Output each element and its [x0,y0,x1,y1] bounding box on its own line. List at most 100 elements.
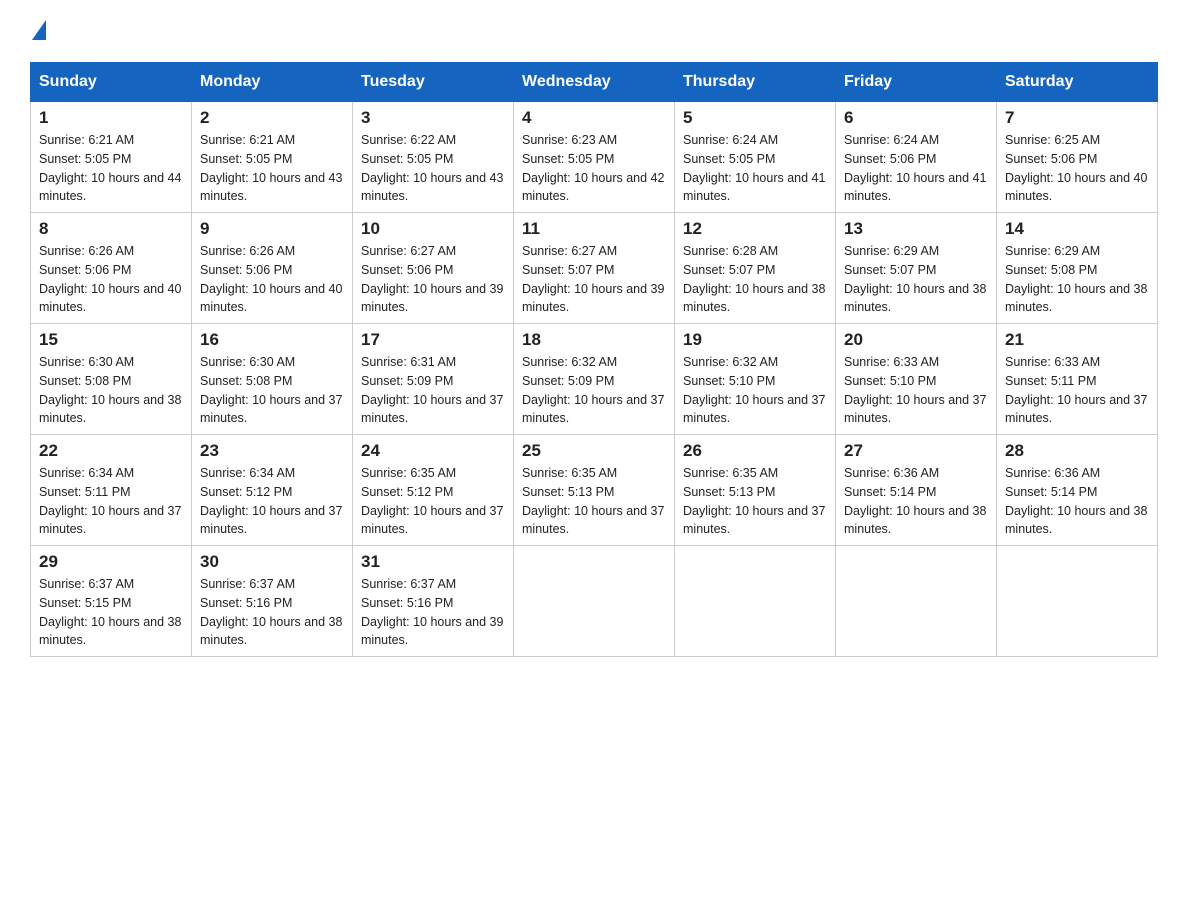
day-info: Sunrise: 6:32 AMSunset: 5:10 PMDaylight:… [683,355,825,425]
day-number: 14 [1005,219,1149,239]
calendar-cell [836,546,997,657]
day-info: Sunrise: 6:37 AMSunset: 5:15 PMDaylight:… [39,577,181,647]
day-info: Sunrise: 6:26 AMSunset: 5:06 PMDaylight:… [200,244,342,314]
header-thursday: Thursday [675,63,836,102]
calendar-cell: 11 Sunrise: 6:27 AMSunset: 5:07 PMDaylig… [514,213,675,324]
day-info: Sunrise: 6:27 AMSunset: 5:07 PMDaylight:… [522,244,664,314]
day-number: 28 [1005,441,1149,461]
day-info: Sunrise: 6:24 AMSunset: 5:06 PMDaylight:… [844,133,986,203]
day-number: 7 [1005,108,1149,128]
calendar-week-4: 22 Sunrise: 6:34 AMSunset: 5:11 PMDaylig… [31,435,1158,546]
day-info: Sunrise: 6:29 AMSunset: 5:07 PMDaylight:… [844,244,986,314]
calendar-cell: 21 Sunrise: 6:33 AMSunset: 5:11 PMDaylig… [997,324,1158,435]
calendar-body: 1 Sunrise: 6:21 AMSunset: 5:05 PMDayligh… [31,102,1158,657]
header-sunday: Sunday [31,63,192,102]
calendar-cell: 20 Sunrise: 6:33 AMSunset: 5:10 PMDaylig… [836,324,997,435]
day-info: Sunrise: 6:22 AMSunset: 5:05 PMDaylight:… [361,133,503,203]
header-tuesday: Tuesday [353,63,514,102]
day-info: Sunrise: 6:26 AMSunset: 5:06 PMDaylight:… [39,244,181,314]
calendar-cell: 13 Sunrise: 6:29 AMSunset: 5:07 PMDaylig… [836,213,997,324]
calendar-cell: 31 Sunrise: 6:37 AMSunset: 5:16 PMDaylig… [353,546,514,657]
day-number: 12 [683,219,827,239]
page-header [30,20,1158,42]
day-number: 29 [39,552,183,572]
calendar-cell: 2 Sunrise: 6:21 AMSunset: 5:05 PMDayligh… [192,102,353,213]
calendar-week-2: 8 Sunrise: 6:26 AMSunset: 5:06 PMDayligh… [31,213,1158,324]
day-number: 4 [522,108,666,128]
day-number: 21 [1005,330,1149,350]
day-number: 11 [522,219,666,239]
day-info: Sunrise: 6:28 AMSunset: 5:07 PMDaylight:… [683,244,825,314]
day-number: 3 [361,108,505,128]
calendar-cell: 17 Sunrise: 6:31 AMSunset: 5:09 PMDaylig… [353,324,514,435]
day-info: Sunrise: 6:25 AMSunset: 5:06 PMDaylight:… [1005,133,1147,203]
day-number: 24 [361,441,505,461]
day-info: Sunrise: 6:37 AMSunset: 5:16 PMDaylight:… [200,577,342,647]
header-friday: Friday [836,63,997,102]
day-info: Sunrise: 6:31 AMSunset: 5:09 PMDaylight:… [361,355,503,425]
header-saturday: Saturday [997,63,1158,102]
day-number: 1 [39,108,183,128]
day-number: 15 [39,330,183,350]
calendar-cell: 1 Sunrise: 6:21 AMSunset: 5:05 PMDayligh… [31,102,192,213]
day-number: 20 [844,330,988,350]
calendar-cell: 4 Sunrise: 6:23 AMSunset: 5:05 PMDayligh… [514,102,675,213]
calendar-cell: 24 Sunrise: 6:35 AMSunset: 5:12 PMDaylig… [353,435,514,546]
day-info: Sunrise: 6:33 AMSunset: 5:10 PMDaylight:… [844,355,986,425]
day-info: Sunrise: 6:29 AMSunset: 5:08 PMDaylight:… [1005,244,1147,314]
day-info: Sunrise: 6:23 AMSunset: 5:05 PMDaylight:… [522,133,664,203]
calendar-cell: 5 Sunrise: 6:24 AMSunset: 5:05 PMDayligh… [675,102,836,213]
calendar-cell: 29 Sunrise: 6:37 AMSunset: 5:15 PMDaylig… [31,546,192,657]
day-info: Sunrise: 6:21 AMSunset: 5:05 PMDaylight:… [200,133,342,203]
day-info: Sunrise: 6:21 AMSunset: 5:05 PMDaylight:… [39,133,181,203]
calendar-cell: 9 Sunrise: 6:26 AMSunset: 5:06 PMDayligh… [192,213,353,324]
day-number: 2 [200,108,344,128]
calendar-cell: 3 Sunrise: 6:22 AMSunset: 5:05 PMDayligh… [353,102,514,213]
calendar-table: SundayMondayTuesdayWednesdayThursdayFrid… [30,62,1158,657]
day-number: 31 [361,552,505,572]
logo-triangle-icon [32,20,46,40]
day-info: Sunrise: 6:35 AMSunset: 5:13 PMDaylight:… [522,466,664,536]
day-number: 6 [844,108,988,128]
day-number: 13 [844,219,988,239]
calendar-week-5: 29 Sunrise: 6:37 AMSunset: 5:15 PMDaylig… [31,546,1158,657]
calendar-cell: 10 Sunrise: 6:27 AMSunset: 5:06 PMDaylig… [353,213,514,324]
calendar-cell: 22 Sunrise: 6:34 AMSunset: 5:11 PMDaylig… [31,435,192,546]
day-number: 16 [200,330,344,350]
day-number: 9 [200,219,344,239]
day-number: 17 [361,330,505,350]
day-number: 23 [200,441,344,461]
calendar-cell [675,546,836,657]
day-number: 5 [683,108,827,128]
calendar-cell: 7 Sunrise: 6:25 AMSunset: 5:06 PMDayligh… [997,102,1158,213]
day-info: Sunrise: 6:37 AMSunset: 5:16 PMDaylight:… [361,577,503,647]
calendar-cell: 15 Sunrise: 6:30 AMSunset: 5:08 PMDaylig… [31,324,192,435]
calendar-week-3: 15 Sunrise: 6:30 AMSunset: 5:08 PMDaylig… [31,324,1158,435]
calendar-cell: 25 Sunrise: 6:35 AMSunset: 5:13 PMDaylig… [514,435,675,546]
day-number: 19 [683,330,827,350]
calendar-cell: 30 Sunrise: 6:37 AMSunset: 5:16 PMDaylig… [192,546,353,657]
day-info: Sunrise: 6:34 AMSunset: 5:11 PMDaylight:… [39,466,181,536]
day-number: 22 [39,441,183,461]
calendar-cell [997,546,1158,657]
calendar-cell: 16 Sunrise: 6:30 AMSunset: 5:08 PMDaylig… [192,324,353,435]
calendar-cell [514,546,675,657]
calendar-cell: 19 Sunrise: 6:32 AMSunset: 5:10 PMDaylig… [675,324,836,435]
day-info: Sunrise: 6:33 AMSunset: 5:11 PMDaylight:… [1005,355,1147,425]
calendar-week-1: 1 Sunrise: 6:21 AMSunset: 5:05 PMDayligh… [31,102,1158,213]
calendar-cell: 27 Sunrise: 6:36 AMSunset: 5:14 PMDaylig… [836,435,997,546]
day-info: Sunrise: 6:27 AMSunset: 5:06 PMDaylight:… [361,244,503,314]
day-number: 10 [361,219,505,239]
day-info: Sunrise: 6:32 AMSunset: 5:09 PMDaylight:… [522,355,664,425]
day-number: 18 [522,330,666,350]
day-number: 25 [522,441,666,461]
day-info: Sunrise: 6:24 AMSunset: 5:05 PMDaylight:… [683,133,825,203]
day-info: Sunrise: 6:30 AMSunset: 5:08 PMDaylight:… [39,355,181,425]
header-wednesday: Wednesday [514,63,675,102]
calendar-cell: 12 Sunrise: 6:28 AMSunset: 5:07 PMDaylig… [675,213,836,324]
calendar-header-row: SundayMondayTuesdayWednesdayThursdayFrid… [31,63,1158,102]
calendar-cell: 28 Sunrise: 6:36 AMSunset: 5:14 PMDaylig… [997,435,1158,546]
calendar-cell: 6 Sunrise: 6:24 AMSunset: 5:06 PMDayligh… [836,102,997,213]
calendar-cell: 18 Sunrise: 6:32 AMSunset: 5:09 PMDaylig… [514,324,675,435]
day-number: 27 [844,441,988,461]
